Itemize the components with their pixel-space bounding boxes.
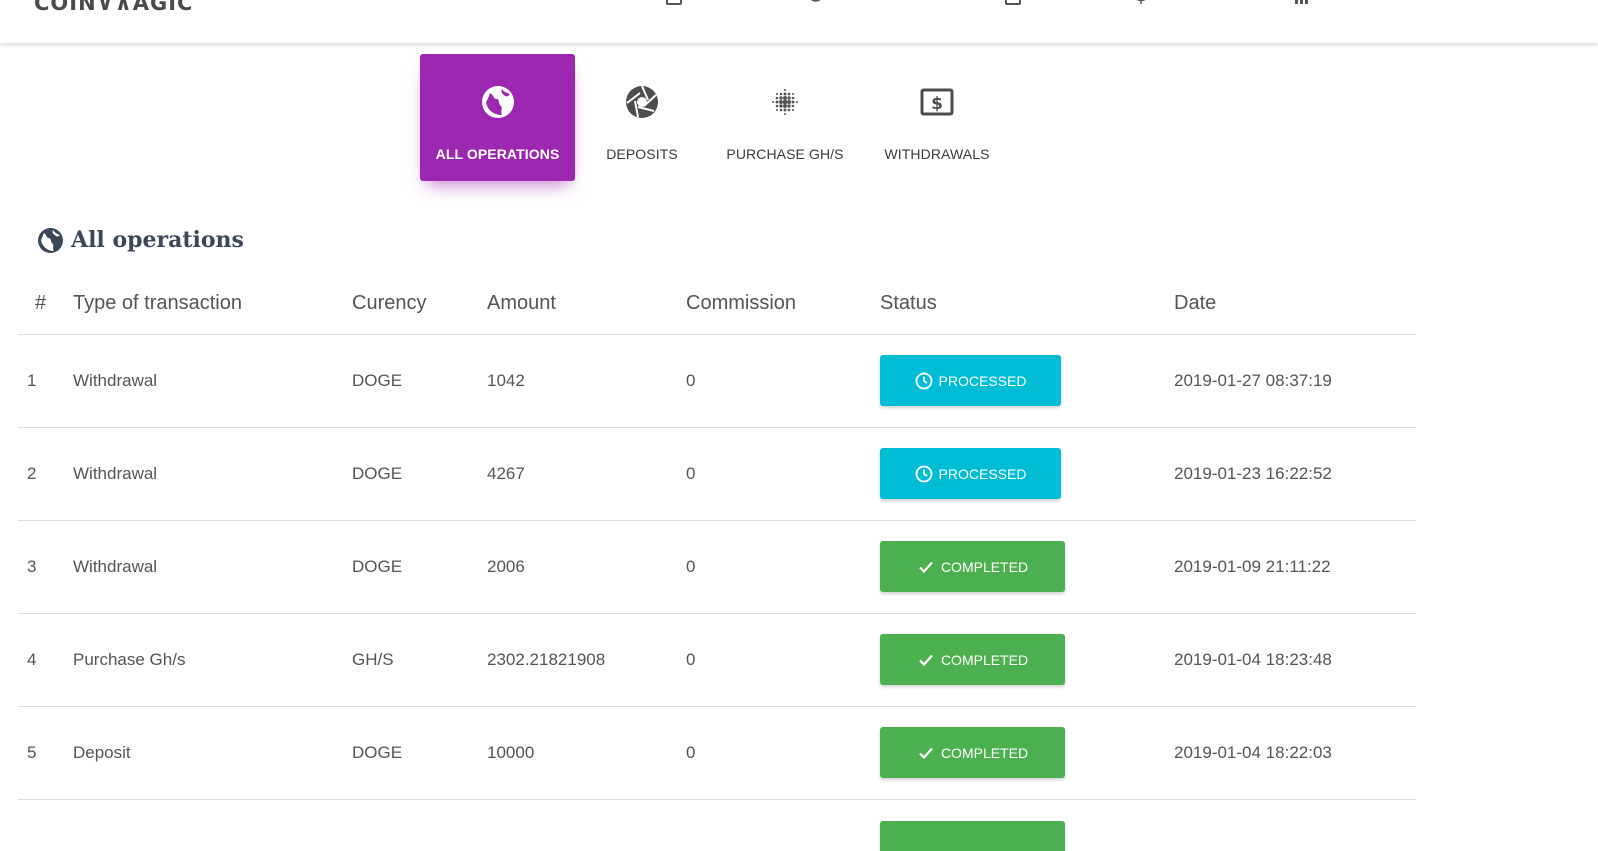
table-row: 2 Withdrawal DOGE 4267 0 PROCESSED 2019-… xyxy=(18,428,1416,521)
row-amount: 10000 xyxy=(487,743,535,762)
clock-icon xyxy=(915,372,932,389)
row-amount: 4267 xyxy=(487,464,525,483)
table-row xyxy=(18,800,1416,851)
logo[interactable]: COIN∨∧AGIC xyxy=(34,0,193,15)
row-amount: 1042 xyxy=(487,371,525,390)
top-navbar: COIN∨∧AGIC xyxy=(0,0,1598,43)
section-title: All operations xyxy=(71,227,244,253)
tab-label: ALL OPERATIONS xyxy=(435,146,560,162)
status-badge-completed[interactable]: COMPLETED xyxy=(880,634,1065,685)
status-label: COMPLETED xyxy=(940,558,1029,575)
table-row: 1 Withdrawal DOGE 1042 0 PROCESSED 2019-… xyxy=(18,335,1416,428)
row-type: Purchase Gh/s xyxy=(73,650,186,669)
check-icon xyxy=(919,654,933,666)
header-amount: Amount xyxy=(487,292,556,314)
status-badge-completed[interactable]: COMPLETED xyxy=(880,727,1065,778)
row-number: 5 xyxy=(27,743,37,762)
table-row: 4 Purchase Gh/s GH/S 2302.21821908 0 COM… xyxy=(18,614,1416,707)
wallet-icon[interactable] xyxy=(1004,0,1022,6)
header-commission: Commission xyxy=(686,292,797,314)
row-date: 2019-01-27 08:37:19 xyxy=(1174,371,1332,390)
status-label: PROCESSED xyxy=(938,465,1027,482)
table-row: 5 Deposit DOGE 10000 0 COMPLETED 2019-01… xyxy=(18,707,1416,800)
tab-deposits[interactable]: DEPOSITS xyxy=(575,54,709,181)
row-commission: 0 xyxy=(686,464,696,483)
globe-icon[interactable] xyxy=(1132,0,1150,6)
status-label: COMPLETED xyxy=(940,744,1029,761)
tab-all-operations[interactable]: ALL OPERATIONS xyxy=(420,54,575,181)
row-number: 1 xyxy=(27,371,37,390)
tab-withdrawals[interactable]: $ WITHDRAWALS xyxy=(861,54,1013,181)
section-heading: All operations xyxy=(37,225,244,255)
row-number: 4 xyxy=(27,650,37,669)
status-label: PROCESSED xyxy=(938,372,1027,389)
row-number: 3 xyxy=(27,557,37,576)
header-date: Date xyxy=(1174,292,1217,314)
row-amount: 2006 xyxy=(487,557,525,576)
globe-icon xyxy=(480,84,516,120)
tab-purchase-ghs[interactable]: PURCHASE GH/S xyxy=(709,54,861,181)
row-commission: 0 xyxy=(686,743,696,762)
globe-icon xyxy=(37,227,64,254)
money-icon: $ xyxy=(919,84,955,120)
row-commission: 0 xyxy=(686,371,696,390)
row-currency: DOGE xyxy=(352,371,403,390)
row-type: Withdrawal xyxy=(73,557,158,576)
tab-label: DEPOSITS xyxy=(606,146,678,162)
table-header: # Type of transaction Curency Amount Com… xyxy=(18,280,1416,335)
row-date: 2019-01-09 21:11:22 xyxy=(1174,557,1331,576)
svg-text:$: $ xyxy=(931,94,943,114)
tab-label: PURCHASE GH/S xyxy=(726,146,844,162)
row-commission: 0 xyxy=(686,557,696,576)
status-label: COMPLETED xyxy=(940,651,1029,668)
chart-icon[interactable] xyxy=(1293,0,1311,6)
row-currency: DOGE xyxy=(352,557,403,576)
row-type: Deposit xyxy=(73,743,131,762)
status-badge-processed[interactable]: PROCESSED xyxy=(880,355,1061,406)
operations-table: # Type of transaction Curency Amount Com… xyxy=(18,280,1416,851)
header-type: Type of transaction xyxy=(73,292,242,314)
row-currency: DOGE xyxy=(352,743,403,762)
header-currency: Curency xyxy=(352,292,427,314)
row-commission: 0 xyxy=(686,650,696,669)
refresh-icon[interactable] xyxy=(806,0,824,6)
row-type: Withdrawal xyxy=(73,371,158,390)
row-currency: DOGE xyxy=(352,464,403,483)
status-badge-completed[interactable] xyxy=(880,821,1065,851)
header-number: # xyxy=(35,292,47,314)
row-number: 2 xyxy=(27,464,37,483)
tab-label: WITHDRAWALS xyxy=(884,146,990,162)
clock-icon xyxy=(915,465,932,482)
aperture-icon xyxy=(624,84,660,120)
check-icon xyxy=(919,747,933,759)
row-date: 2019-01-23 16:22:52 xyxy=(1174,464,1332,483)
header-status: Status xyxy=(880,292,937,314)
table-row: 3 Withdrawal DOGE 2006 0 COMPLETED 2019-… xyxy=(18,521,1416,614)
status-badge-completed[interactable]: COMPLETED xyxy=(880,541,1065,592)
row-currency: GH/S xyxy=(352,650,394,669)
calendar-icon[interactable] xyxy=(665,0,683,6)
dots-grid-icon xyxy=(767,84,803,120)
row-type: Withdrawal xyxy=(73,464,158,483)
check-icon xyxy=(919,561,933,573)
row-date: 2019-01-04 18:22:03 xyxy=(1174,743,1332,762)
row-date: 2019-01-04 18:23:48 xyxy=(1174,650,1332,669)
row-amount: 2302.21821908 xyxy=(487,650,606,669)
status-badge-processed[interactable]: PROCESSED xyxy=(880,448,1061,499)
